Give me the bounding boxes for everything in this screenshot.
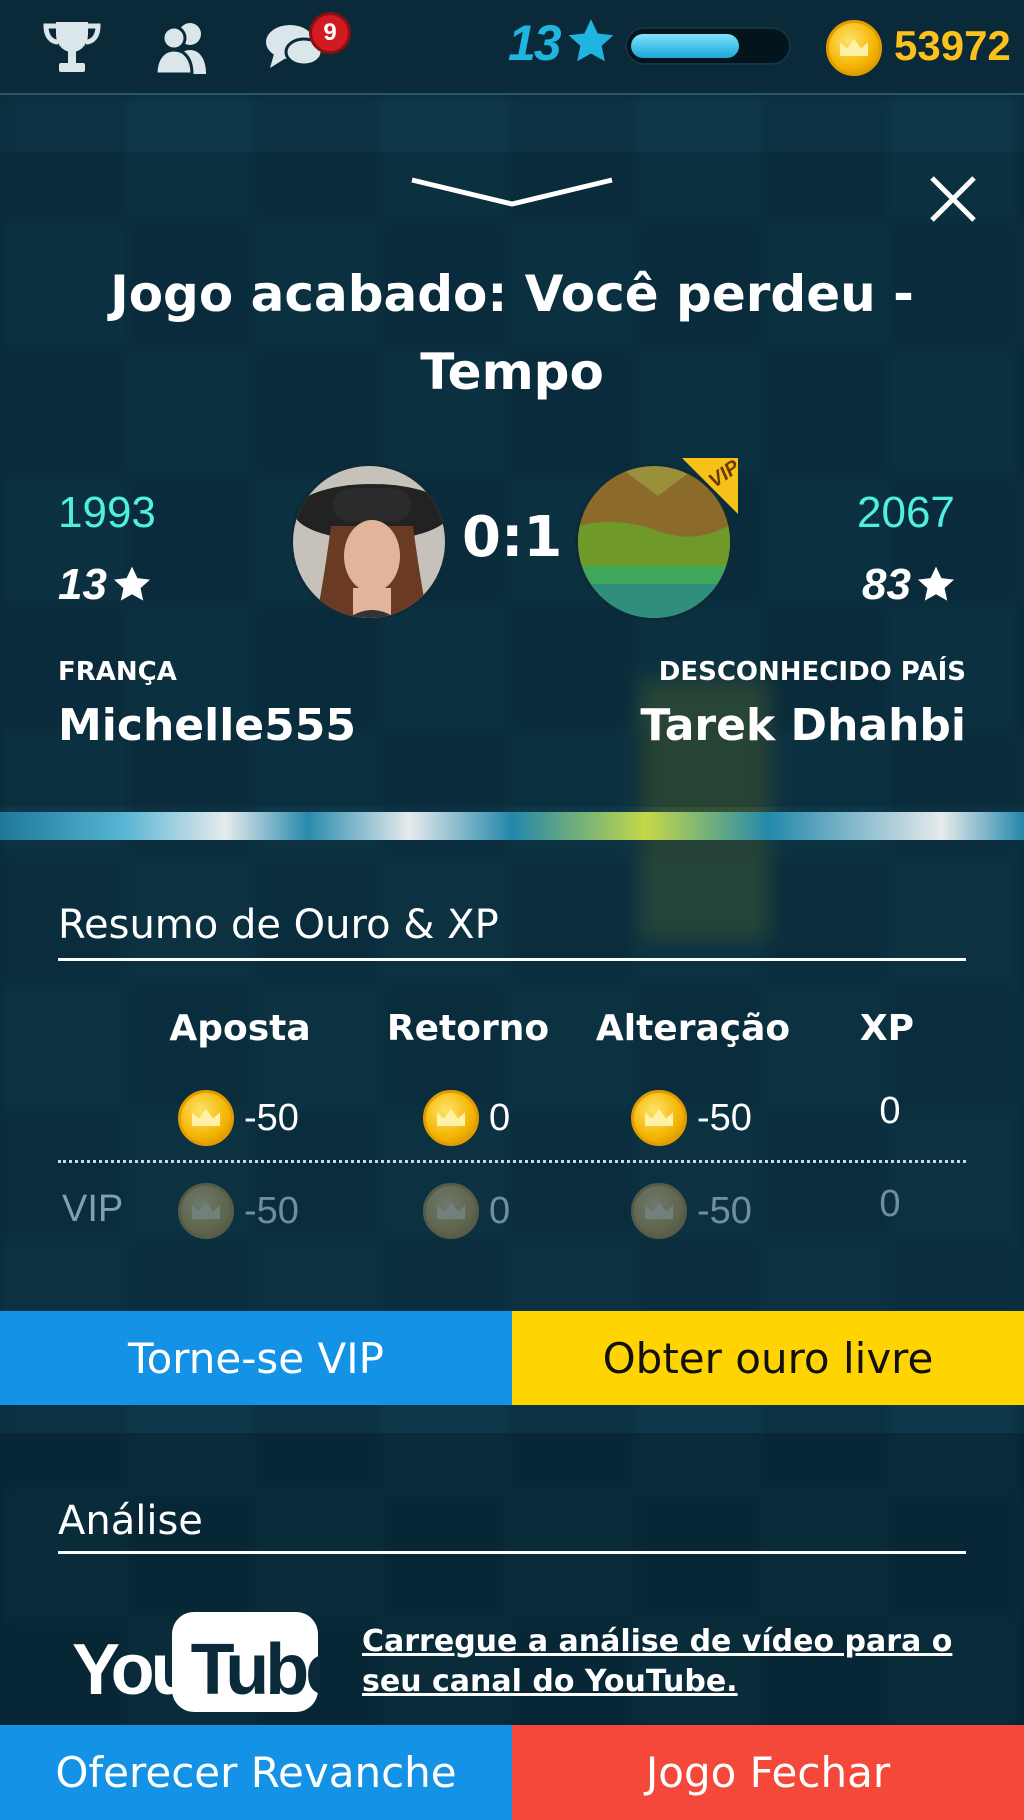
- return-amount: 0: [489, 1096, 511, 1139]
- dotted-divider: [58, 1160, 966, 1163]
- gold-coin-icon: [423, 1183, 479, 1239]
- vip-badge-icon: VIP: [682, 458, 738, 514]
- left-player-stars: 13: [58, 560, 153, 610]
- summary-underline: [58, 958, 966, 961]
- vip-xp-value: 0: [875, 1183, 905, 1226]
- divider-stripe: [0, 812, 1024, 840]
- gold-coin-icon: [631, 1183, 687, 1239]
- match-score: 0:1: [462, 505, 563, 570]
- star-icon: [917, 566, 954, 601]
- svg-text:YouTube: YouTube: [72, 1630, 320, 1710]
- xp-progress-fill: [631, 34, 739, 58]
- right-player-star-count: 83: [862, 560, 911, 609]
- xp-amount: 0: [879, 1090, 901, 1132]
- close-game-button[interactable]: Jogo Fechar: [512, 1725, 1024, 1820]
- close-icon[interactable]: [926, 172, 980, 226]
- bet-amount: -50: [244, 1096, 299, 1139]
- change-value: -50: [631, 1090, 752, 1146]
- vip-return-value: 0: [423, 1183, 510, 1239]
- trophy-icon[interactable]: [42, 18, 102, 76]
- right-player-country: DESCONHECIDO PAÍS: [658, 657, 966, 687]
- gold-coin-icon: [423, 1090, 479, 1146]
- collapse-chevron-icon[interactable]: [410, 176, 614, 210]
- left-player-name[interactable]: Michelle555: [58, 700, 356, 751]
- gold-coin-icon: [631, 1090, 687, 1146]
- gold-balance[interactable]: 53972: [894, 22, 1011, 70]
- gold-coin-icon: [178, 1090, 234, 1146]
- gold-coin-icon: [178, 1183, 234, 1239]
- offer-rematch-button[interactable]: Oferecer Revanche: [0, 1725, 512, 1820]
- friends-icon[interactable]: [152, 18, 212, 76]
- analysis-underline: [58, 1551, 966, 1554]
- xp-value: 0: [875, 1090, 905, 1133]
- gold-coin-icon[interactable]: [826, 20, 882, 76]
- free-gold-button[interactable]: Obter ouro livre: [512, 1311, 1024, 1405]
- become-vip-button[interactable]: Torne-se VIP: [0, 1311, 512, 1405]
- right-player-name[interactable]: Tarek Dhahbi: [640, 700, 966, 751]
- column-header-change: Alteração: [595, 1008, 791, 1049]
- summary-title: Resumo de Ouro & XP: [58, 902, 499, 948]
- right-player-stars: 83: [862, 560, 957, 610]
- level-star-icon: [568, 19, 614, 62]
- notification-badge: 9: [309, 12, 351, 54]
- column-header-xp: XP: [859, 1008, 915, 1049]
- vip-xp-amount: 0: [879, 1183, 901, 1225]
- youtube-logo-tube: Tube: [191, 1630, 320, 1710]
- bet-value: -50: [178, 1090, 299, 1146]
- top-bar: 9 13 53972: [0, 0, 1024, 95]
- youtube-logo-you: You: [72, 1630, 191, 1710]
- change-amount: -50: [697, 1096, 752, 1139]
- vip-return-amount: 0: [489, 1189, 511, 1232]
- left-player-rating: 1993: [58, 488, 156, 537]
- youtube-upload-link[interactable]: Carregue a análise de vídeo para o seu c…: [362, 1622, 962, 1702]
- left-player-country: FRANÇA: [58, 657, 177, 687]
- analysis-title: Análise: [58, 1498, 203, 1544]
- vip-row-label: VIP: [62, 1188, 124, 1230]
- left-player-avatar[interactable]: [290, 463, 448, 621]
- youtube-logo[interactable]: YouTube: [68, 1610, 320, 1714]
- column-header-bet: Aposta: [169, 1008, 311, 1049]
- vip-change-amount: -50: [697, 1189, 752, 1232]
- vip-change-value: -50: [631, 1183, 752, 1239]
- star-icon: [113, 566, 150, 601]
- right-player-rating: 2067: [857, 488, 955, 537]
- vip-bet-amount: -50: [244, 1189, 299, 1232]
- game-result-title: Jogo acabado: Você perdeu - Tempo: [110, 265, 914, 401]
- xp-progress-bar: [625, 27, 791, 65]
- vip-bet-value: -50: [178, 1183, 299, 1239]
- player-level: 13: [508, 15, 562, 71]
- return-value: 0: [423, 1090, 510, 1146]
- left-player-star-count: 13: [58, 560, 107, 609]
- column-header-return: Retorno: [386, 1008, 550, 1049]
